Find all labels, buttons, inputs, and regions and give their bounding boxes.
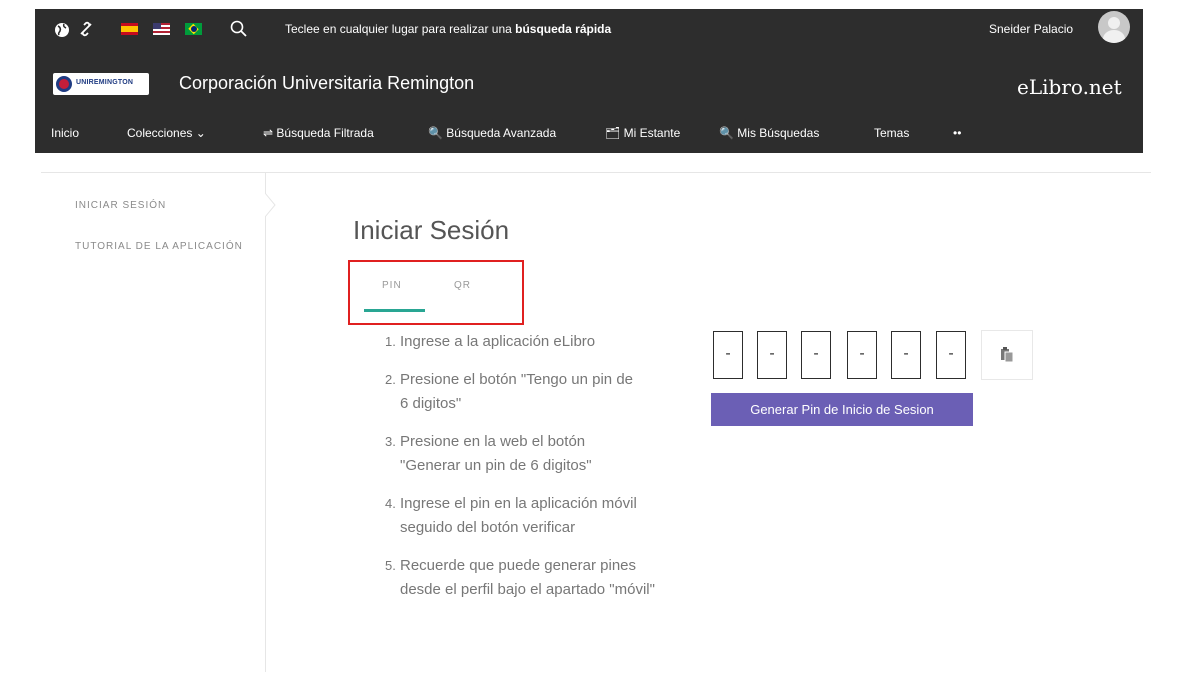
nav-inicio[interactable]: Inicio <box>51 126 79 140</box>
brand-logo[interactable]: eLibro.net <box>1017 75 1122 99</box>
top-bar: Teclee en cualquier lugar para realizar … <box>35 9 1143 153</box>
list-item: 4. Ingrese el pin en la aplicación móvil… <box>385 492 685 540</box>
sidebar-item-iniciar-sesion[interactable]: INICIAR SESIÓN <box>75 200 166 211</box>
pin-digit-4[interactable]: - <box>847 331 877 379</box>
logo-text: UNIREMINGTON <box>76 79 134 86</box>
nav-temas[interactable]: Temas <box>874 126 909 140</box>
institution-logo[interactable]: UNIREMINGTON <box>53 73 149 95</box>
user-name[interactable]: Sneider Palacio <box>989 22 1073 36</box>
nav-busqueda-filtrada[interactable]: ⇌ Búsqueda Filtrada <box>263 126 374 140</box>
flag-br-icon[interactable] <box>185 23 202 35</box>
sidebar-active-arrow-icon <box>264 192 277 218</box>
logo-mark-icon <box>56 76 72 92</box>
step-text: Presione en la web el botón "Generar un … <box>400 433 592 474</box>
step-number: 2. <box>385 372 396 387</box>
copy-pin-button[interactable] <box>981 330 1033 380</box>
quick-search-hint[interactable]: Teclee en cualquier lugar para realizar … <box>285 22 611 36</box>
pin-digit-2[interactable]: - <box>757 331 787 379</box>
utility-bar: Teclee en cualquier lugar para realizar … <box>35 9 1143 51</box>
institution-name[interactable]: Corporación Universitaria Remington <box>179 73 474 94</box>
list-item: 2. Presione el botón "Tengo un pin de 6 … <box>385 368 685 416</box>
clipboard-icon <box>1000 347 1014 368</box>
nav-mis-busquedas[interactable]: 🔍 Mis Búsquedas <box>719 126 819 140</box>
search-icon[interactable] <box>230 19 248 39</box>
list-item: 3. Presione en la web el botón "Generar … <box>385 430 685 478</box>
tabs-highlight-box <box>348 260 524 325</box>
step-number: 5. <box>385 558 396 573</box>
globe-icon[interactable] <box>54 22 70 38</box>
list-item: 5. Recuerde que puede generar pines desd… <box>385 554 685 602</box>
avatar[interactable] <box>1098 11 1130 43</box>
step-text: Ingrese a la aplicación eLibro <box>400 333 596 350</box>
pin-digit-6[interactable]: - <box>936 331 966 379</box>
pin-digit-5[interactable]: - <box>891 331 921 379</box>
header: UNIREMINGTON Corporación Universitaria R… <box>35 63 1143 107</box>
step-text: Presione el botón "Tengo un pin de 6 dig… <box>400 371 633 412</box>
step-number: 1. <box>385 334 396 349</box>
generate-pin-button[interactable]: Generar Pin de Inicio de Sesion <box>711 393 973 426</box>
nav-colecciones[interactable]: Colecciones ⌄ <box>127 126 206 140</box>
main-panel: INICIAR SESIÓN TUTORIAL DE LA APLICACIÓN… <box>41 172 1151 672</box>
nav-more[interactable]: •• <box>953 126 961 140</box>
list-item: 1. Ingrese a la aplicación eLibro <box>385 330 685 354</box>
sidebar-item-tutorial[interactable]: TUTORIAL DE LA APLICACIÓN <box>75 241 243 252</box>
page-title: Iniciar Sesión <box>353 215 510 245</box>
quick-search-hint-bold: búsqueda rápida <box>515 22 612 36</box>
main-nav: Inicio Colecciones ⌄ ⇌ Búsqueda Filtrada… <box>35 113 1143 153</box>
pin-digit-3[interactable]: - <box>801 331 831 379</box>
link-icon[interactable] <box>78 21 94 37</box>
step-text: Recuerde que puede generar pines desde e… <box>400 557 655 598</box>
nav-busqueda-avanzada[interactable]: 🔍 Búsqueda Avanzada <box>428 126 556 140</box>
pin-digit-1[interactable]: - <box>713 331 743 379</box>
flag-es-icon[interactable] <box>121 23 138 35</box>
sidebar: INICIAR SESIÓN TUTORIAL DE LA APLICACIÓN <box>41 173 266 672</box>
nav-mi-estante[interactable]: 🗂 Mi Estante <box>605 126 680 140</box>
step-number: 4. <box>385 496 396 511</box>
step-text: Ingrese el pin en la aplicación móvil se… <box>400 495 637 536</box>
step-number: 3. <box>385 434 396 449</box>
flag-us-icon[interactable] <box>153 23 170 35</box>
